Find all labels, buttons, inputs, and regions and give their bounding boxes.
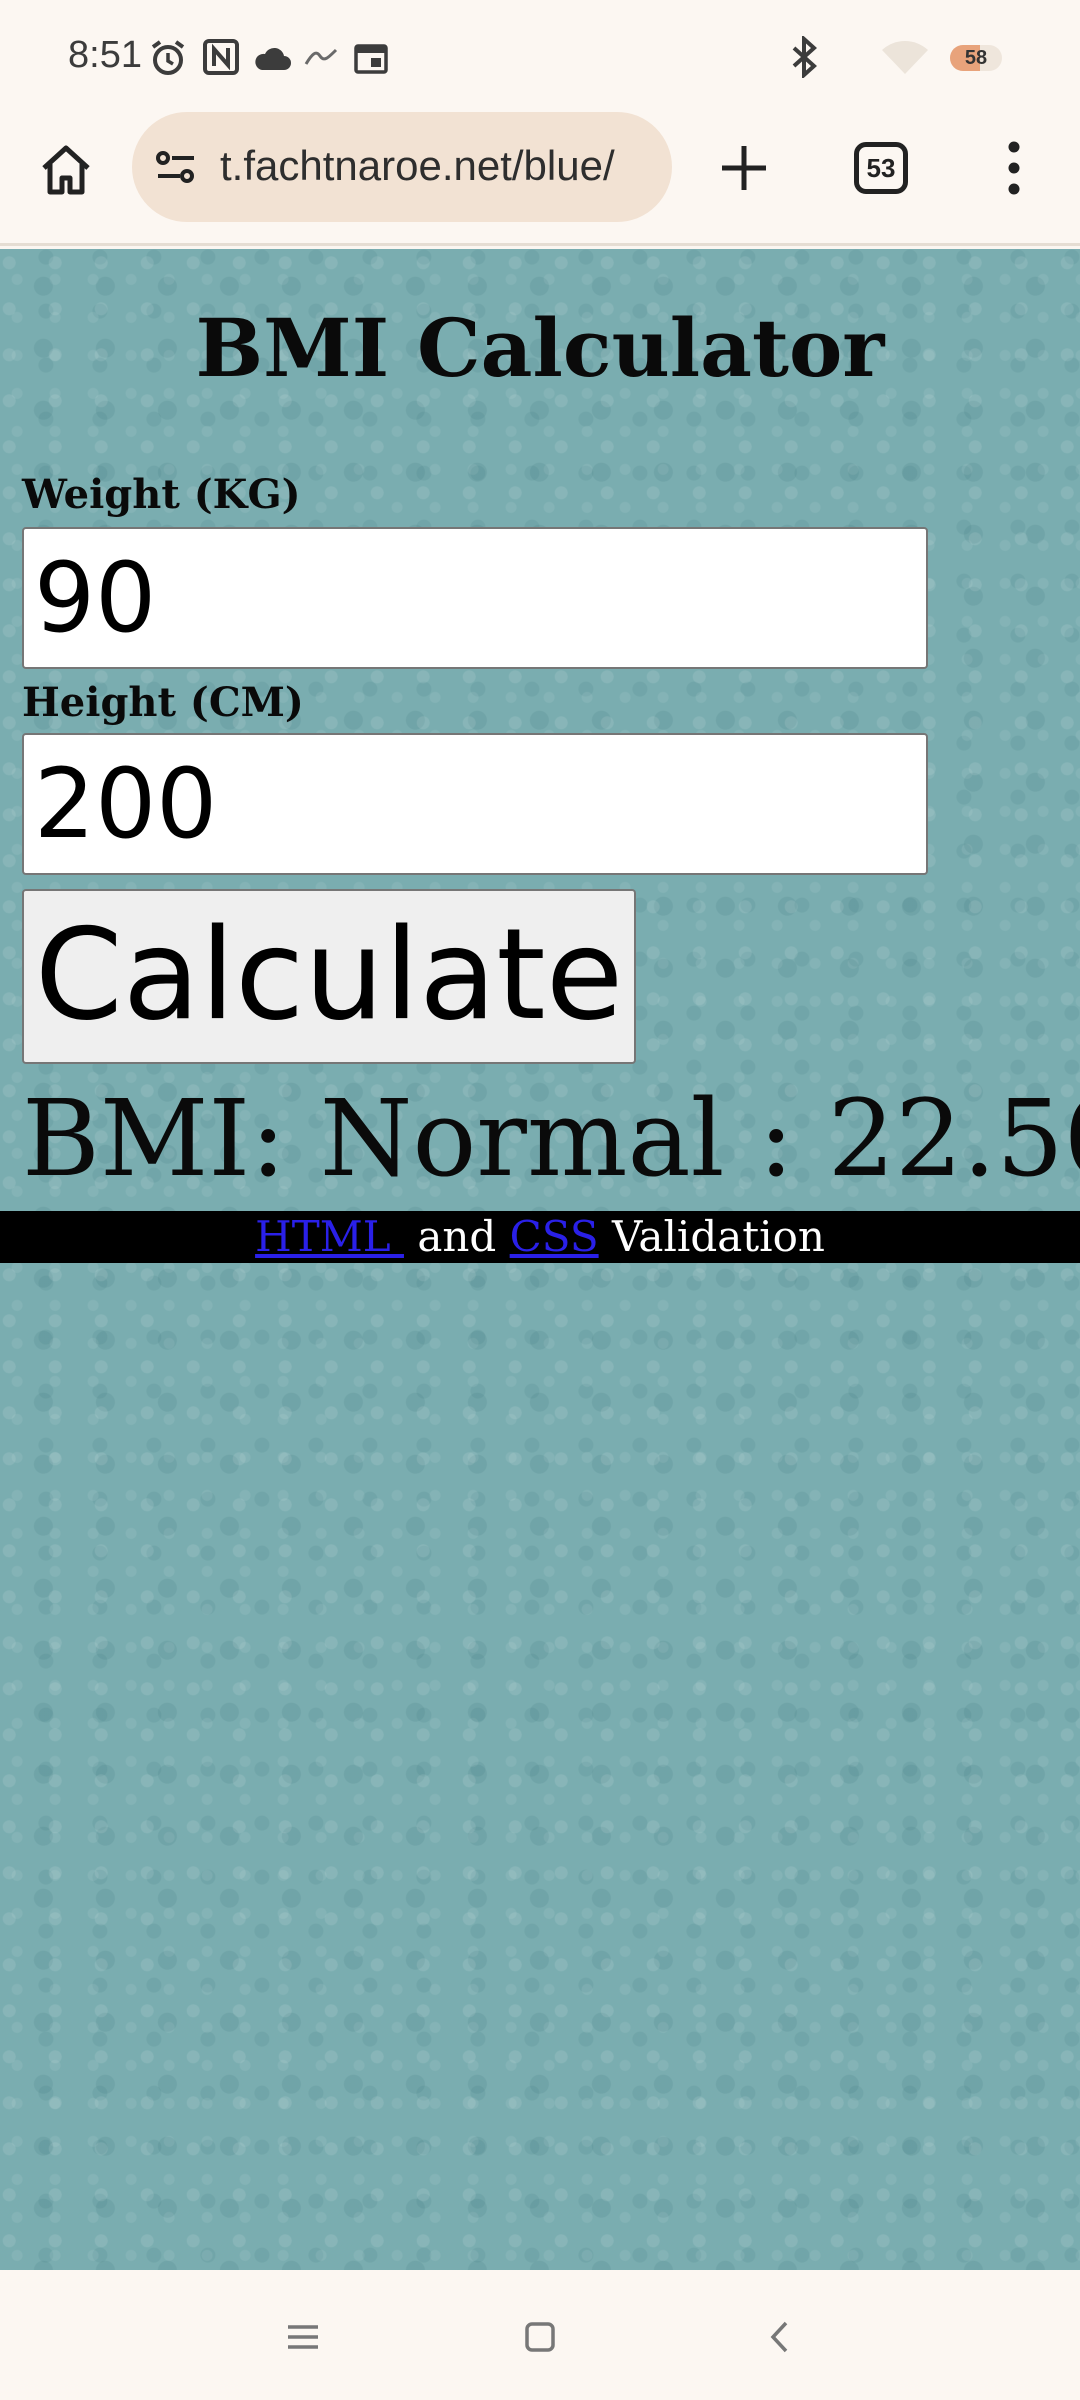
footer-validation-text: Validation <box>598 1212 825 1261</box>
battery-level: 58 <box>964 47 988 69</box>
status-bar: 8:51 58 <box>0 0 1080 110</box>
home-nav-icon[interactable] <box>515 2312 565 2362</box>
footer-and-text: and <box>403 1212 510 1261</box>
wifi-icon <box>880 40 930 81</box>
app-notification-icon <box>304 46 338 75</box>
url-bar[interactable]: t.fachtnaroe.net/blue/ <box>132 112 672 222</box>
calendar-icon <box>354 42 388 79</box>
nfc-icon <box>202 38 240 81</box>
page-title: BMI Calculator <box>195 301 885 395</box>
back-icon[interactable] <box>756 2312 806 2362</box>
css-validation-link[interactable]: CSS <box>510 1212 599 1261</box>
height-input[interactable]: 200 <box>22 733 928 875</box>
html-validation-link[interactable]: HTML <box>255 1212 404 1261</box>
browser-toolbar: t.fachtnaroe.net/blue/ 53 <box>0 110 1080 246</box>
alarm-icon <box>148 38 188 83</box>
web-page: BMI Calculator Weight (KG) 90 Height (CM… <box>0 249 1080 2270</box>
height-label: Height (CM) <box>22 679 304 726</box>
calculate-button[interactable]: Calculate <box>22 889 636 1064</box>
plus-icon[interactable] <box>716 140 772 196</box>
weight-input[interactable]: 90 <box>22 527 928 669</box>
tab-switcher-button[interactable]: 53 <box>854 142 908 194</box>
battery-indicator: 58 <box>950 45 1002 71</box>
status-time: 8:51 <box>68 34 142 76</box>
home-icon[interactable] <box>36 140 96 200</box>
bluetooth-icon <box>788 34 820 83</box>
url-text[interactable]: t.fachtnaroe.net/blue/ <box>220 142 658 190</box>
cloud-icon <box>252 44 292 77</box>
validation-footer: HTML and CSS Validation <box>0 1211 1080 1263</box>
recents-icon[interactable] <box>278 2312 328 2362</box>
more-vert-icon[interactable] <box>996 138 1032 198</box>
system-nav-bar <box>0 2270 1080 2400</box>
weight-label: Weight (KG) <box>22 471 301 518</box>
bmi-result: BMI: Normal : 22.50 <box>22 1077 1080 1200</box>
site-settings-icon[interactable] <box>154 150 198 184</box>
